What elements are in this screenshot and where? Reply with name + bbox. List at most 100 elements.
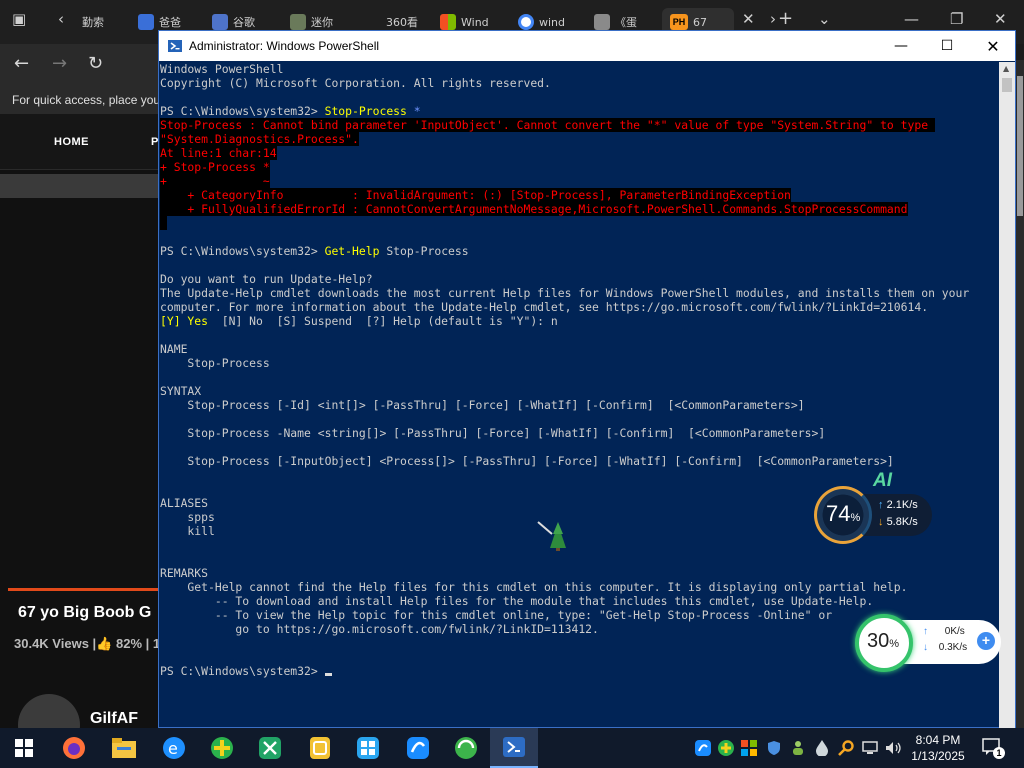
paw-icon xyxy=(138,14,154,30)
forward-icon[interactable]: → xyxy=(52,53,67,74)
error-text: Stop-Process : Cannot bind parameter 'In… xyxy=(160,118,935,132)
console-line: Do you want to run Update-Help? xyxy=(160,272,998,286)
console-line: "System.Diagnostics.Process". xyxy=(160,132,998,146)
video-meta: 30.4K Views |👍 82% | 1 xyxy=(14,636,160,652)
page-scroll-thumb[interactable] xyxy=(1017,76,1023,216)
tray-360-icon[interactable] xyxy=(717,739,735,757)
thumbs-up-icon[interactable]: |👍 xyxy=(93,636,113,651)
prompt-text: PS C:\Windows\system32> xyxy=(160,104,325,118)
upload-rate: ↑ 2.1K/s xyxy=(878,499,918,511)
avatar[interactable] xyxy=(18,694,80,728)
spreadsheet-icon xyxy=(259,737,281,759)
error-text: + FullyQualifiedErrorId : CannotConvertA… xyxy=(160,202,908,216)
tab-scroll-left-icon[interactable]: ‹ xyxy=(58,10,64,28)
360-browser-taskbar-button[interactable] xyxy=(452,734,480,762)
text-cursor xyxy=(324,673,332,676)
minimize-icon[interactable]: — xyxy=(904,10,919,28)
error-text: + ~ xyxy=(160,174,270,188)
sheets-taskbar-button[interactable] xyxy=(256,734,284,762)
download-arrow-icon: ↓ xyxy=(878,516,887,528)
close-icon[interactable]: ✕ xyxy=(994,10,1007,28)
channel-name[interactable]: GilfAF xyxy=(90,710,138,728)
close-tab-icon[interactable]: ✕ xyxy=(742,10,755,28)
output-text: Get-Help cannot find the Help files for … xyxy=(160,580,908,594)
widget-plus-button[interactable]: + xyxy=(977,632,995,650)
error-text xyxy=(160,216,167,230)
output-text: -- To download and install Help files fo… xyxy=(160,594,874,608)
tab-label: wind xyxy=(539,15,566,29)
reload-icon[interactable]: ↻ xyxy=(88,53,103,74)
console-line: SYNTAX xyxy=(160,384,998,398)
tray-swirl-icon[interactable] xyxy=(694,739,712,757)
error-text: At line:1 char:14 xyxy=(160,146,277,160)
powershell-title-bar[interactable]: Administrator: Windows PowerShell — ☐ ✕ xyxy=(159,31,1015,61)
ps-minimize-icon[interactable]: — xyxy=(878,31,924,61)
tray-search-icon[interactable] xyxy=(837,739,855,757)
ps-maximize-icon[interactable]: ☐ xyxy=(924,31,970,61)
tab-scroll-right-icon[interactable]: › xyxy=(770,10,776,28)
browser-taskbar-button[interactable] xyxy=(404,734,432,762)
back-icon[interactable]: ← xyxy=(14,53,29,74)
bookmark-bar-hint: For quick access, place your xyxy=(0,84,160,114)
console-line: + CategoryInfo : InvalidArgument: (:) [S… xyxy=(160,188,998,202)
console-line xyxy=(160,216,998,230)
ph-badge-icon: PH xyxy=(670,14,688,30)
console-scroll-thumb[interactable] xyxy=(1002,78,1012,92)
ps-close-icon[interactable]: ✕ xyxy=(970,31,1016,61)
tray-drop-icon[interactable] xyxy=(813,739,831,757)
output-text: The Update-Help cmdlet downloads the mos… xyxy=(160,286,970,300)
upload-arrow-icon: ↑ xyxy=(878,499,887,511)
browser-tab[interactable]: 勤索 xyxy=(82,8,132,36)
page-scrollbar[interactable] xyxy=(1016,60,1024,728)
menu-home-link[interactable]: HOME xyxy=(54,136,89,148)
video-title[interactable]: 67 yo Big Boob G xyxy=(18,604,151,622)
download-rate: ↓ 5.8K/s xyxy=(878,516,918,528)
powershell-taskbar-button[interactable] xyxy=(490,728,538,768)
choice-options: [N] No [S] Suspend [?] Help (default is … xyxy=(208,314,558,328)
speed-monitor-widget[interactable]: 30% ↑ 0K/s ↓ 0.3K/s + xyxy=(855,614,1005,672)
console-line: Stop-Process xyxy=(160,356,998,370)
internet-explorer-icon: e xyxy=(163,737,185,759)
output-text: computer. For more information about the… xyxy=(160,300,929,314)
tab-label: Wind xyxy=(461,15,489,29)
powershell-icon xyxy=(168,40,182,52)
volume-icon[interactable] xyxy=(884,739,902,757)
scroll-up-icon[interactable]: ▲ xyxy=(1003,64,1009,73)
tab-list-icon[interactable]: ⌄ xyxy=(818,10,831,28)
tray-grid-icon[interactable] xyxy=(740,739,758,757)
network-icon[interactable] xyxy=(861,739,879,757)
system-clock[interactable]: 8:04 PM 1/13/2025 xyxy=(905,732,971,764)
output-text: Stop-Process -Name <string[]> [-PassThru… xyxy=(160,426,826,440)
svg-text:e: e xyxy=(168,739,178,758)
ie-taskbar-button[interactable]: e xyxy=(160,734,188,762)
file-explorer-taskbar-button[interactable] xyxy=(110,734,138,762)
360-browser-icon xyxy=(455,737,477,759)
restore-icon[interactable]: ❐ xyxy=(950,10,963,28)
notification-center-button[interactable]: 1 xyxy=(982,738,1005,759)
clock-date: 1/13/2025 xyxy=(911,749,965,763)
firefox-taskbar-button[interactable] xyxy=(60,734,88,762)
console-line: computer. For more information about the… xyxy=(160,300,998,314)
start-button[interactable] xyxy=(10,734,38,762)
console-line: Windows PowerShell xyxy=(160,62,998,76)
360-taskbar-button[interactable] xyxy=(208,734,236,762)
tray-shield-icon[interactable] xyxy=(765,739,783,757)
tray-person-icon[interactable] xyxy=(789,739,807,757)
console-line: PS C:\Windows\system32> Get-Help Stop-Pr… xyxy=(160,244,998,258)
tab-actions-icon[interactable]: ▣ xyxy=(12,10,26,28)
new-tab-icon[interactable]: + xyxy=(778,8,793,29)
console-line: REMARKS xyxy=(160,566,998,580)
notes-taskbar-button[interactable] xyxy=(306,734,334,762)
output-text: kill xyxy=(160,524,215,538)
network-monitor-widget[interactable]: 74% ↑ 2.1K/s ↓ 5.8K/s xyxy=(814,486,934,544)
game-icon xyxy=(290,14,306,30)
notes-icon xyxy=(310,737,330,759)
apps-taskbar-button[interactable] xyxy=(354,734,382,762)
console-line: At line:1 char:14 xyxy=(160,146,998,160)
